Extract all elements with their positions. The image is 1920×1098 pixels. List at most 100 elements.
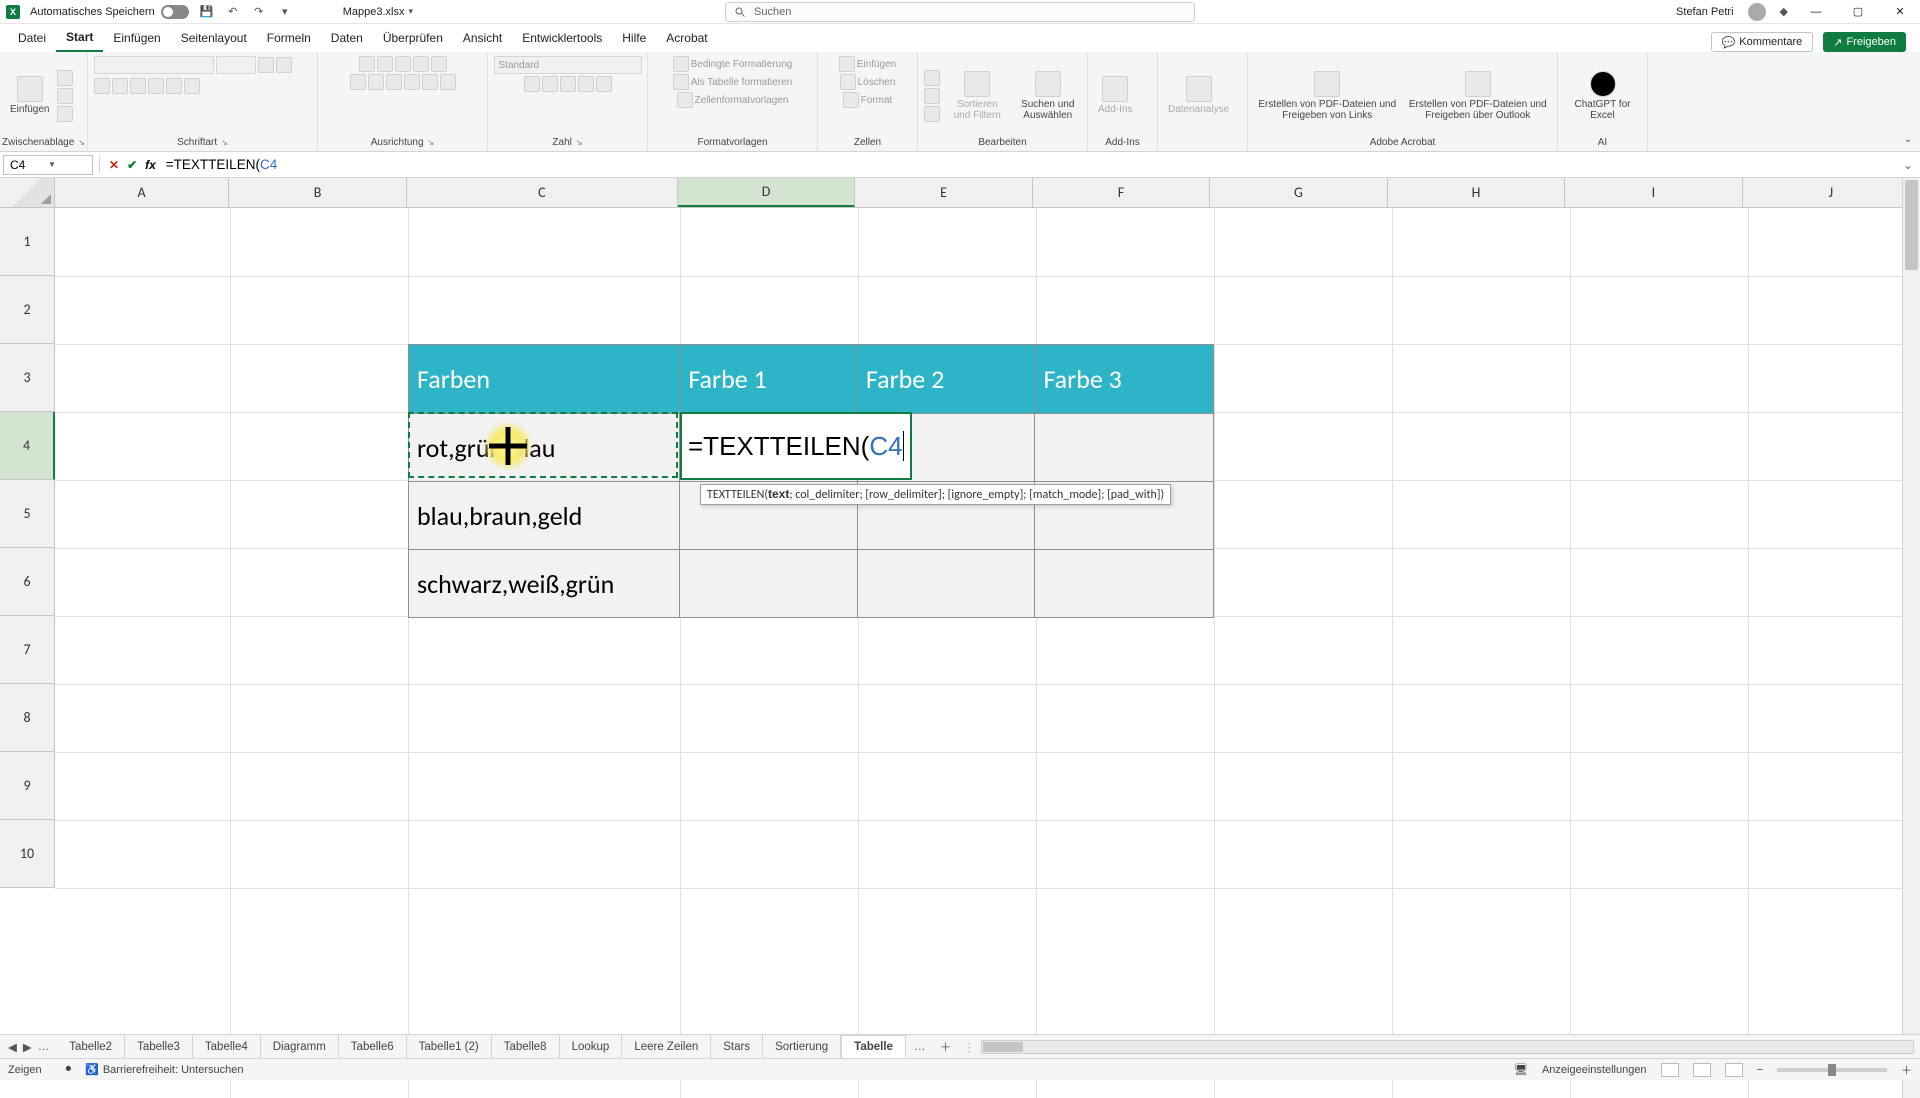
zoom-out-button[interactable]: −: [1757, 1064, 1763, 1076]
increase-indent-icon[interactable]: [422, 74, 438, 90]
sheet-tab[interactable]: Tabelle4: [193, 1035, 261, 1058]
tab-file[interactable]: Datei: [8, 24, 56, 52]
border-icon[interactable]: [148, 78, 164, 94]
column-header-I[interactable]: I: [1565, 178, 1742, 207]
sheet-tab[interactable]: Stars: [711, 1035, 763, 1058]
chatgpt-button[interactable]: ChatGPT for Excel: [1564, 69, 1641, 123]
dialog-launcher-icon[interactable]: ↘: [78, 138, 85, 147]
chevron-down-icon[interactable]: ▼: [48, 160, 86, 169]
display-settings-icon[interactable]: 🖥: [1514, 1063, 1528, 1076]
tab-review[interactable]: Überprüfen: [373, 24, 453, 52]
sheet-tab[interactable]: Tabelle1 (2): [407, 1035, 492, 1058]
comments-button[interactable]: 💬 Kommentare: [1711, 32, 1814, 52]
sheet-tab[interactable]: Leere Zeilen: [622, 1035, 711, 1058]
row-header-1[interactable]: 1: [0, 208, 55, 276]
sort-filter-button[interactable]: Sortieren und Filtern: [944, 69, 1011, 123]
table-cell[interactable]: [1035, 414, 1213, 481]
macro-record-icon[interactable]: ⏺: [66, 1063, 72, 1076]
search-input[interactable]: Suchen: [725, 2, 1195, 22]
delete-cells-button[interactable]: Löschen: [840, 74, 896, 90]
number-format-combo[interactable]: Standard: [494, 56, 642, 74]
add-sheet-button[interactable]: ＋: [933, 1039, 957, 1055]
row-header-4[interactable]: 4: [0, 412, 55, 480]
column-header-B[interactable]: B: [229, 178, 406, 207]
save-icon[interactable]: 💾: [199, 4, 215, 20]
column-header-D[interactable]: D: [678, 178, 855, 207]
wrap-text-icon[interactable]: [431, 56, 447, 72]
table-header[interactable]: Farbe 3: [1035, 345, 1213, 413]
align-center-icon[interactable]: [368, 74, 384, 90]
function-tooltip[interactable]: TEXTTEILEN(text; col_delimiter; [row_del…: [700, 484, 1171, 505]
view-page-layout-button[interactable]: [1693, 1063, 1711, 1077]
fx-icon[interactable]: fx: [145, 158, 156, 172]
sheet-tab[interactable]: Tabelle2: [57, 1035, 125, 1058]
align-right-icon[interactable]: [386, 74, 402, 90]
table-header[interactable]: Farbe 2: [858, 345, 1036, 413]
autosave-toggle[interactable]: Automatisches Speichern: [30, 5, 189, 19]
tab-view[interactable]: Ansicht: [453, 24, 512, 52]
sheet-tab[interactable]: Diagramm: [261, 1035, 339, 1058]
ribbon-collapse-button[interactable]: ⌄: [1896, 52, 1920, 151]
sheet-more-icon[interactable]: …: [906, 1041, 934, 1053]
tab-data[interactable]: Daten: [321, 24, 373, 52]
table-header[interactable]: Farbe 1: [680, 345, 858, 413]
fill-color-icon[interactable]: [166, 78, 182, 94]
addins-button[interactable]: Add-Ins: [1094, 74, 1136, 117]
cell-editor[interactable]: =TEXTTEILEN(C4: [680, 412, 912, 480]
align-middle-icon[interactable]: [377, 56, 393, 72]
tab-home[interactable]: Start: [56, 24, 103, 52]
format-as-table-button[interactable]: Als Tabelle formatieren: [673, 74, 793, 90]
minimize-button[interactable]: —: [1802, 5, 1830, 19]
table-cell[interactable]: [680, 550, 858, 617]
bold-icon[interactable]: [94, 78, 110, 94]
cancel-formula-button[interactable]: ✕: [109, 158, 119, 172]
find-select-button[interactable]: Suchen und Auswählen: [1015, 69, 1082, 123]
redo-icon[interactable]: ↷: [251, 4, 267, 20]
sheet-nav-more-icon[interactable]: …: [38, 1041, 50, 1053]
align-top-icon[interactable]: [359, 56, 375, 72]
align-bottom-icon[interactable]: [395, 56, 411, 72]
clear-icon[interactable]: [924, 106, 940, 122]
sheet-tab[interactable]: Sortierung: [763, 1035, 841, 1058]
row-header-9[interactable]: 9: [0, 752, 55, 820]
tab-formulas[interactable]: Formeln: [257, 24, 321, 52]
decrease-decimal-icon[interactable]: [596, 76, 612, 92]
accessibility-icon[interactable]: ♿: [85, 1063, 99, 1076]
insert-cells-button[interactable]: Einfügen: [839, 56, 896, 72]
enter-formula-button[interactable]: ✔: [127, 158, 137, 172]
column-header-G[interactable]: G: [1210, 178, 1387, 207]
select-all-corner[interactable]: [0, 178, 55, 207]
table-cell[interactable]: blau,braun,geld: [409, 482, 680, 549]
sheet-tab[interactable]: Tabelle6: [339, 1035, 407, 1058]
qat-customize-icon[interactable]: ▾: [277, 4, 293, 20]
fill-icon[interactable]: [924, 88, 940, 104]
tab-insert[interactable]: Einfügen: [103, 24, 170, 52]
table-cell[interactable]: rot,grün,blau: [409, 414, 680, 481]
document-name[interactable]: Mappe3.xlsx ▾: [343, 6, 413, 18]
cells-canvas[interactable]: FarbenFarbe 1Farbe 2Farbe 3 rot,grün,blau…: [55, 208, 1920, 1098]
close-button[interactable]: ✕: [1886, 5, 1914, 19]
zoom-slider[interactable]: [1777, 1068, 1887, 1072]
column-header-H[interactable]: H: [1388, 178, 1565, 207]
table-header[interactable]: Farben: [409, 345, 680, 413]
maximize-button[interactable]: ▢: [1844, 5, 1872, 19]
sheet-nav-prev-icon[interactable]: ◀: [8, 1040, 17, 1054]
font-color-icon[interactable]: [184, 78, 200, 94]
font-name-combo[interactable]: [94, 56, 214, 74]
sheet-tab[interactable]: Lookup: [560, 1035, 623, 1058]
font-size-combo[interactable]: [216, 56, 256, 74]
column-header-F[interactable]: F: [1033, 178, 1210, 207]
dialog-launcher-icon[interactable]: ↘: [221, 138, 228, 147]
increase-font-icon[interactable]: [258, 57, 274, 73]
table-cell[interactable]: [1035, 550, 1213, 617]
name-box[interactable]: C4 ▼: [3, 155, 93, 175]
orientation-icon[interactable]: [413, 56, 429, 72]
merge-icon[interactable]: [440, 74, 456, 90]
share-button[interactable]: ↗ Freigeben: [1823, 32, 1906, 52]
italic-icon[interactable]: [112, 78, 128, 94]
view-page-break-button[interactable]: [1725, 1063, 1743, 1077]
pdf-outlook-button[interactable]: Erstellen von PDF-Dateien und Freigeben …: [1405, 69, 1552, 123]
row-header-2[interactable]: 2: [0, 276, 55, 344]
underline-icon[interactable]: [130, 78, 146, 94]
sheet-tab[interactable]: Tabelle: [841, 1035, 906, 1059]
